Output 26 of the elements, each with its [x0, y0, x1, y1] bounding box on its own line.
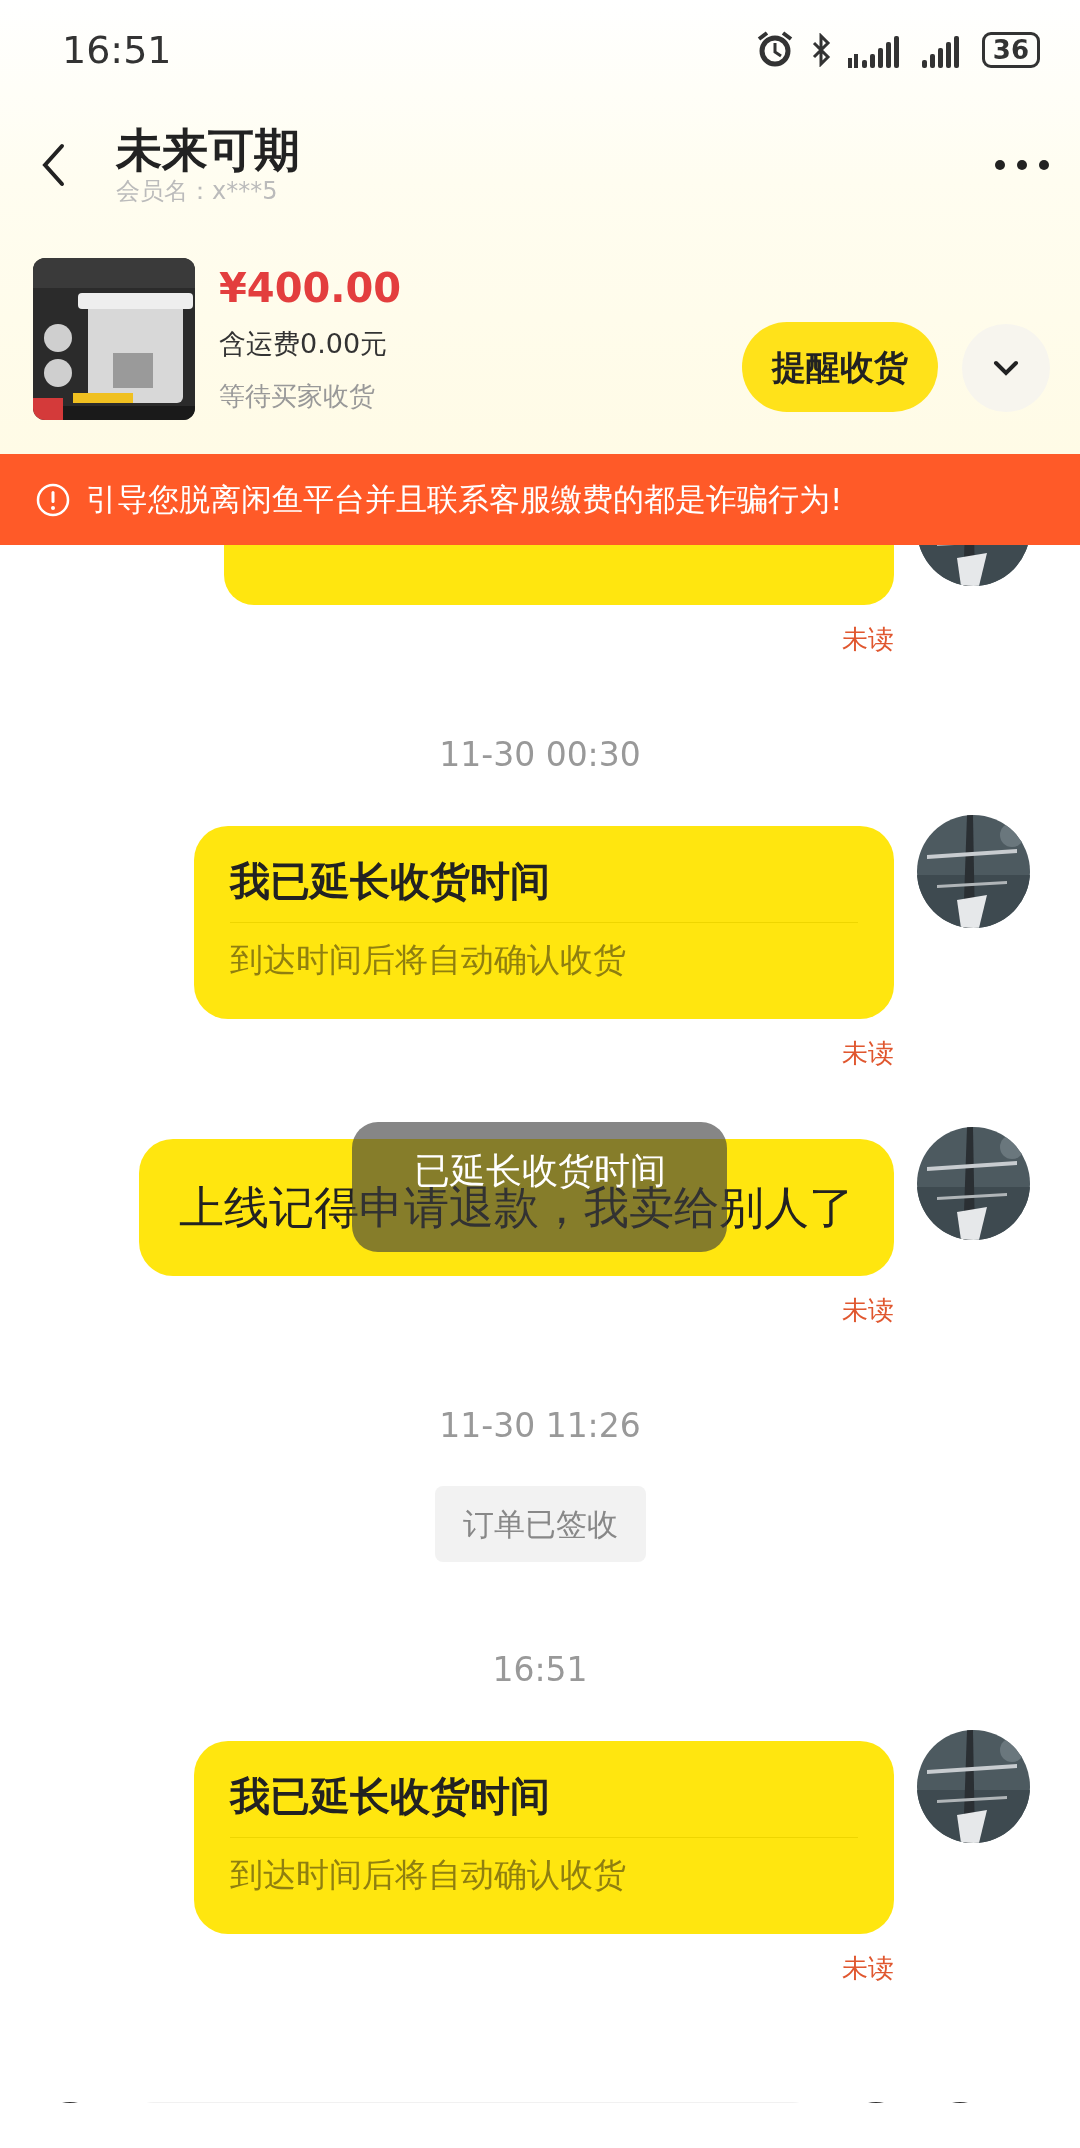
battery-level: 36	[981, 32, 1040, 68]
status-time: 16:51	[62, 26, 172, 74]
order-status: 等待买家收货	[219, 380, 376, 413]
shipping-fee: 含运费0.00元	[219, 327, 389, 361]
message-time: 11-30 00:30	[439, 735, 641, 774]
read-status: 未读	[841, 1952, 894, 1984]
system-message: 订单已签收	[434, 1486, 646, 1562]
product-price: ¥400.00	[219, 264, 403, 312]
message-time: 11-30 11:26	[439, 1406, 641, 1445]
alarm-icon	[755, 31, 794, 69]
more-icon	[994, 159, 1050, 171]
warning-text: 引导您脱离闲鱼平台并且联系客服缴费的都是诈骗行为!	[86, 480, 843, 520]
read-status: 未读	[841, 1294, 894, 1326]
warning-icon	[36, 482, 70, 517]
remind-button[interactable]: 提醒收货	[742, 322, 938, 412]
card-title: 我已延长收货时间	[230, 1772, 551, 1821]
contact-name: 未来可期	[116, 124, 301, 176]
read-status: 未读	[841, 1037, 894, 1069]
card-subtitle: 到达时间后将自动确认收货	[230, 1854, 627, 1896]
message-time: 16:51	[492, 1650, 588, 1689]
card-title: 我已延长收货时间	[230, 857, 551, 906]
chevron-down-icon	[993, 360, 1019, 376]
member-name: 会员名：x***5	[116, 176, 279, 206]
read-status: 未读	[841, 623, 894, 655]
more-button[interactable]	[994, 159, 1050, 171]
card-subtitle: 到达时间后将自动确认收货	[230, 939, 627, 981]
